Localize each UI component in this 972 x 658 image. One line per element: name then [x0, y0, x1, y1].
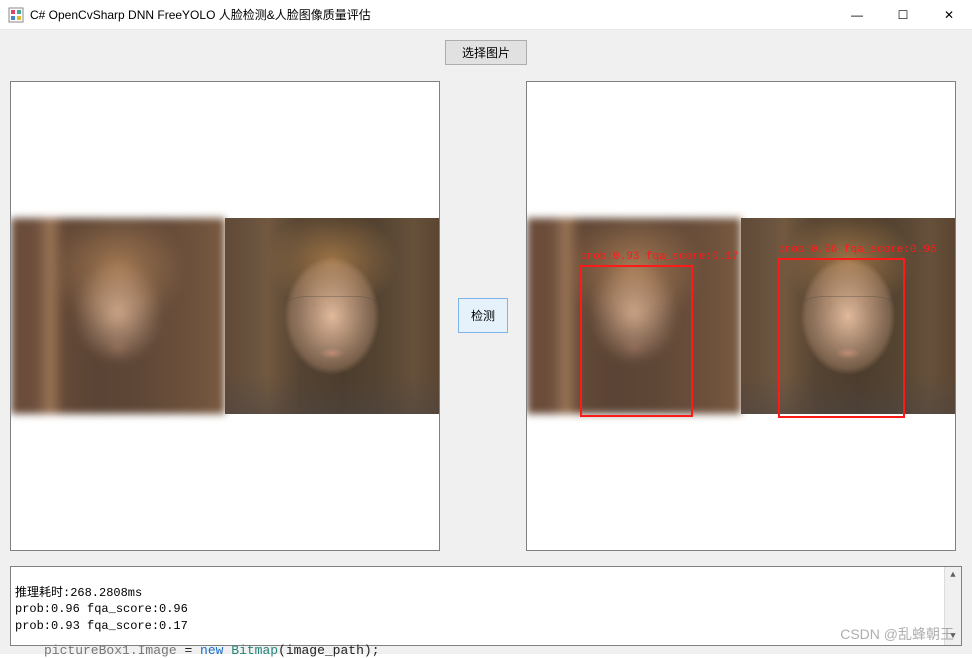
detection-label-1: prob:0.93 fqa_score:0.17: [580, 251, 738, 263]
input-image: [11, 218, 439, 414]
content-row: 检测 prob:0.93 fqa_score:0.17 prob:0.96 fq…: [10, 71, 962, 560]
maximize-button[interactable]: ☐: [880, 0, 926, 30]
output-line-1: 推理耗时:268.2808ms: [15, 586, 142, 600]
detection-label-2: prob:0.96 fqa_score:0.96: [778, 244, 936, 256]
center-column: 检测: [448, 298, 518, 333]
input-face-left: [11, 218, 225, 414]
detect-button[interactable]: 检测: [458, 298, 508, 333]
client-area: 选择图片 检测 prob:0.93 fqa_score:0.17: [0, 30, 972, 654]
output-textbox[interactable]: 推理耗时:268.2808ms prob:0.96 fqa_score:0.96…: [10, 566, 962, 646]
footer-code-snippet: pictureBox1.Image = new Bitmap(image_pat…: [44, 643, 380, 658]
output-image: prob:0.93 fqa_score:0.17 prob:0.96 fqa_s…: [527, 218, 955, 414]
output-line-2: prob:0.96 fqa_score:0.96: [15, 602, 188, 616]
output-line-3: prob:0.93 fqa_score:0.17: [15, 619, 188, 633]
window-title: C# OpenCvSharp DNN FreeYOLO 人脸检测&人脸图像质量评…: [30, 6, 834, 23]
detection-box-1: prob:0.93 fqa_score:0.17: [580, 265, 693, 417]
input-face-right: [225, 218, 439, 414]
input-image-panel: [10, 81, 440, 551]
minimize-button[interactable]: —: [834, 0, 880, 30]
close-button[interactable]: ✕: [926, 0, 972, 30]
detection-box-2: prob:0.96 fqa_score:0.96: [778, 258, 905, 418]
vertical-scrollbar[interactable]: ▲ ▼: [944, 567, 961, 645]
app-icon: [8, 7, 24, 23]
titlebar: C# OpenCvSharp DNN FreeYOLO 人脸检测&人脸图像质量评…: [0, 0, 972, 30]
toolbar-row: 选择图片: [10, 36, 962, 65]
select-image-button[interactable]: 选择图片: [445, 40, 527, 65]
scroll-down-icon[interactable]: ▼: [945, 628, 962, 645]
scroll-up-icon[interactable]: ▲: [945, 567, 962, 584]
window-controls: — ☐ ✕: [834, 0, 972, 30]
output-image-panel: prob:0.93 fqa_score:0.17 prob:0.96 fqa_s…: [526, 81, 956, 551]
